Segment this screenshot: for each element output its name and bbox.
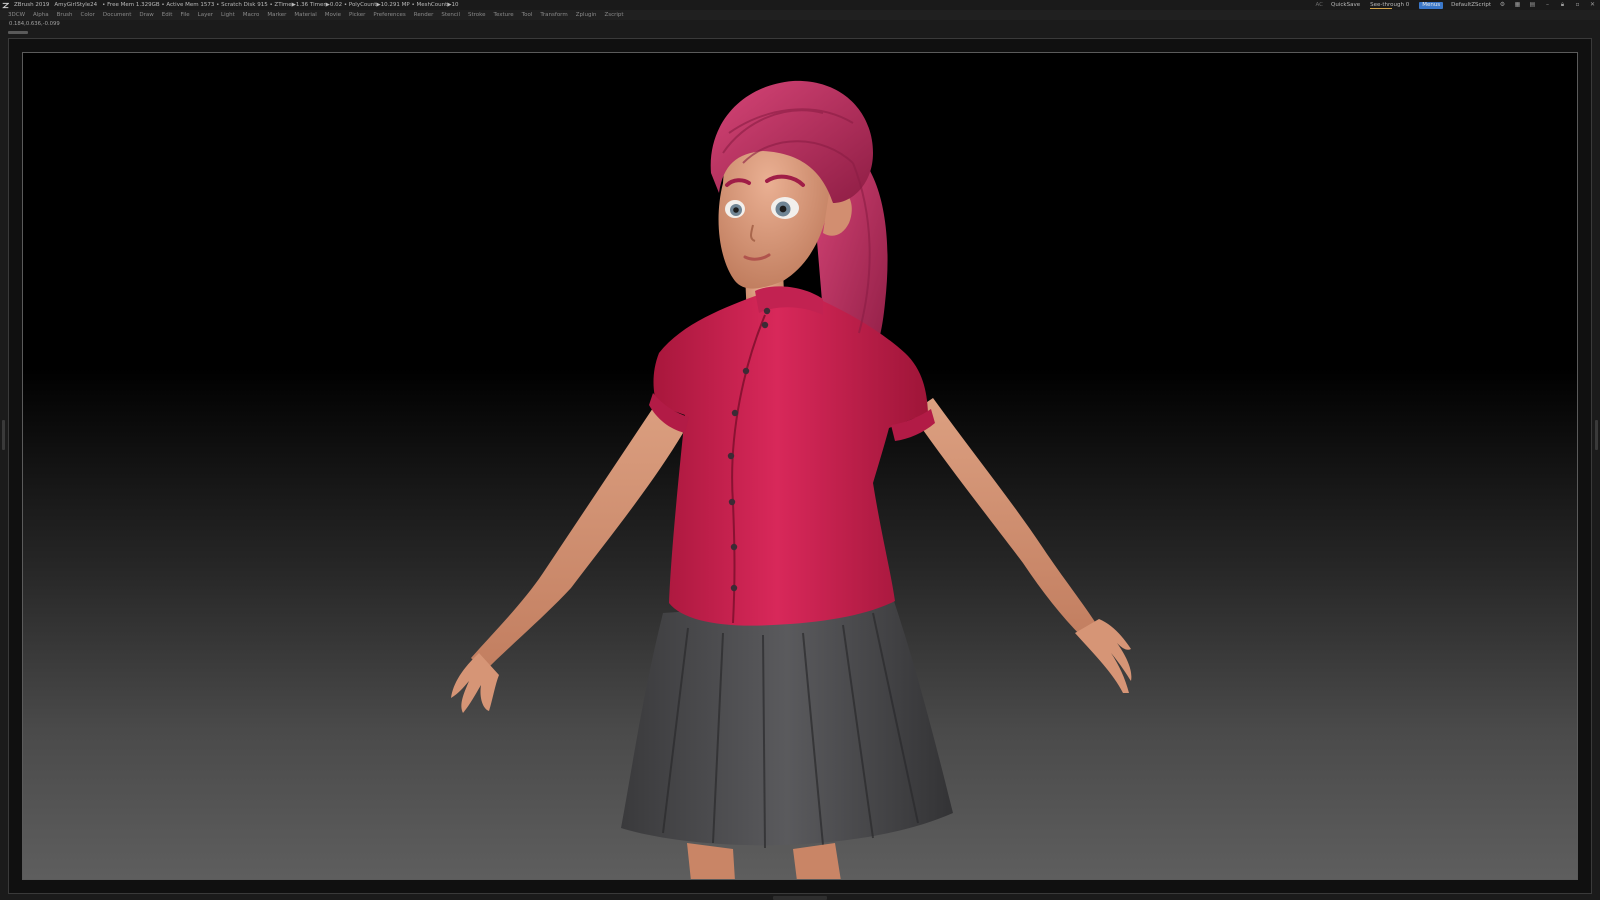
menu-item-zscript[interactable]: Zscript (604, 10, 623, 20)
menus-toggle[interactable]: Menus (1419, 1, 1444, 9)
layout-icon[interactable]: ▦ (1514, 1, 1521, 9)
menu-bar: 3DCW Alpha Brush Color Document Draw Edit File L… (0, 10, 1600, 20)
minimize-icon[interactable]: – (1544, 1, 1551, 9)
see-through-fill (1370, 8, 1393, 9)
menu-item-document[interactable]: Document (103, 10, 132, 20)
ac-button[interactable]: AC (1316, 0, 1324, 10)
bottom-tray-handle[interactable] (773, 896, 827, 900)
memory-stats: • Free Mem 1.329GB • Active Mem 1573 • S… (102, 2, 459, 8)
maximize-icon[interactable]: ▫ (1574, 1, 1581, 9)
menu-item-stencil[interactable]: Stencil (441, 10, 460, 20)
skirt (621, 598, 953, 846)
document-canvas[interactable] (22, 52, 1578, 880)
menu-item-file[interactable]: File (180, 10, 189, 20)
menu-item-draw[interactable]: Draw (139, 10, 153, 20)
menu-item-zplugin[interactable]: Zplugin (576, 10, 597, 20)
lock-icon[interactable]: 🔒︎ (1559, 1, 1566, 9)
character-model (451, 80, 1132, 879)
menu-item-movie[interactable]: Movie (325, 10, 341, 20)
close-icon[interactable]: ✕ (1589, 1, 1596, 9)
menu-item-macro[interactable]: Macro (243, 10, 260, 20)
document-title: AmyGirlStyle24 (54, 2, 98, 8)
menu-item-edit[interactable]: Edit (162, 10, 173, 20)
zbrush-logo-icon (2, 2, 9, 8)
app-title: ZBrush 2019 (14, 2, 50, 8)
settings-icon[interactable]: ⚙ (1499, 1, 1506, 9)
left-tray-handle[interactable] (2, 420, 5, 450)
menu-item-material[interactable]: Material (294, 10, 316, 20)
menu-item-tool[interactable]: Tool (522, 10, 533, 20)
quicksave-button[interactable]: QuickSave (1331, 0, 1360, 10)
cursor-coordinates: 0.184,0.636,-0.099 (9, 21, 60, 27)
right-tray-handle[interactable] (1595, 420, 1598, 450)
menu-item-picker[interactable]: Picker (349, 10, 365, 20)
menu-item-texture[interactable]: Texture (494, 10, 514, 20)
menu-item-3dcw[interactable]: 3DCW (8, 10, 25, 20)
title-bar: ZBrush 2019 AmyGirlStyle24 • Free Mem 1.… (0, 0, 1600, 10)
see-through-slider[interactable]: See-through 0 (1368, 0, 1411, 10)
legs (687, 843, 841, 879)
menu-item-color[interactable]: Color (81, 10, 95, 20)
menu-item-marker[interactable]: Marker (267, 10, 286, 20)
menu-item-preferences[interactable]: Preferences (373, 10, 405, 20)
menu-item-layer[interactable]: Layer (198, 10, 213, 20)
menu-item-render[interactable]: Render (414, 10, 434, 20)
menu-item-stroke[interactable]: Stroke (468, 10, 486, 20)
right-arm (911, 398, 1099, 638)
menu-item-transform[interactable]: Transform (540, 10, 567, 20)
menu-item-light[interactable]: Light (221, 10, 235, 20)
shirt (653, 293, 928, 626)
default-zscript-button[interactable]: DefaultZScript (1451, 0, 1491, 10)
right-hand (1075, 619, 1132, 693)
menu-item-alpha[interactable]: Alpha (33, 10, 49, 20)
menu-item-brush[interactable]: Brush (57, 10, 73, 20)
layout-alt-icon[interactable]: ▤ (1529, 1, 1536, 9)
progress-indicator (8, 31, 28, 34)
left-arm (471, 393, 683, 671)
